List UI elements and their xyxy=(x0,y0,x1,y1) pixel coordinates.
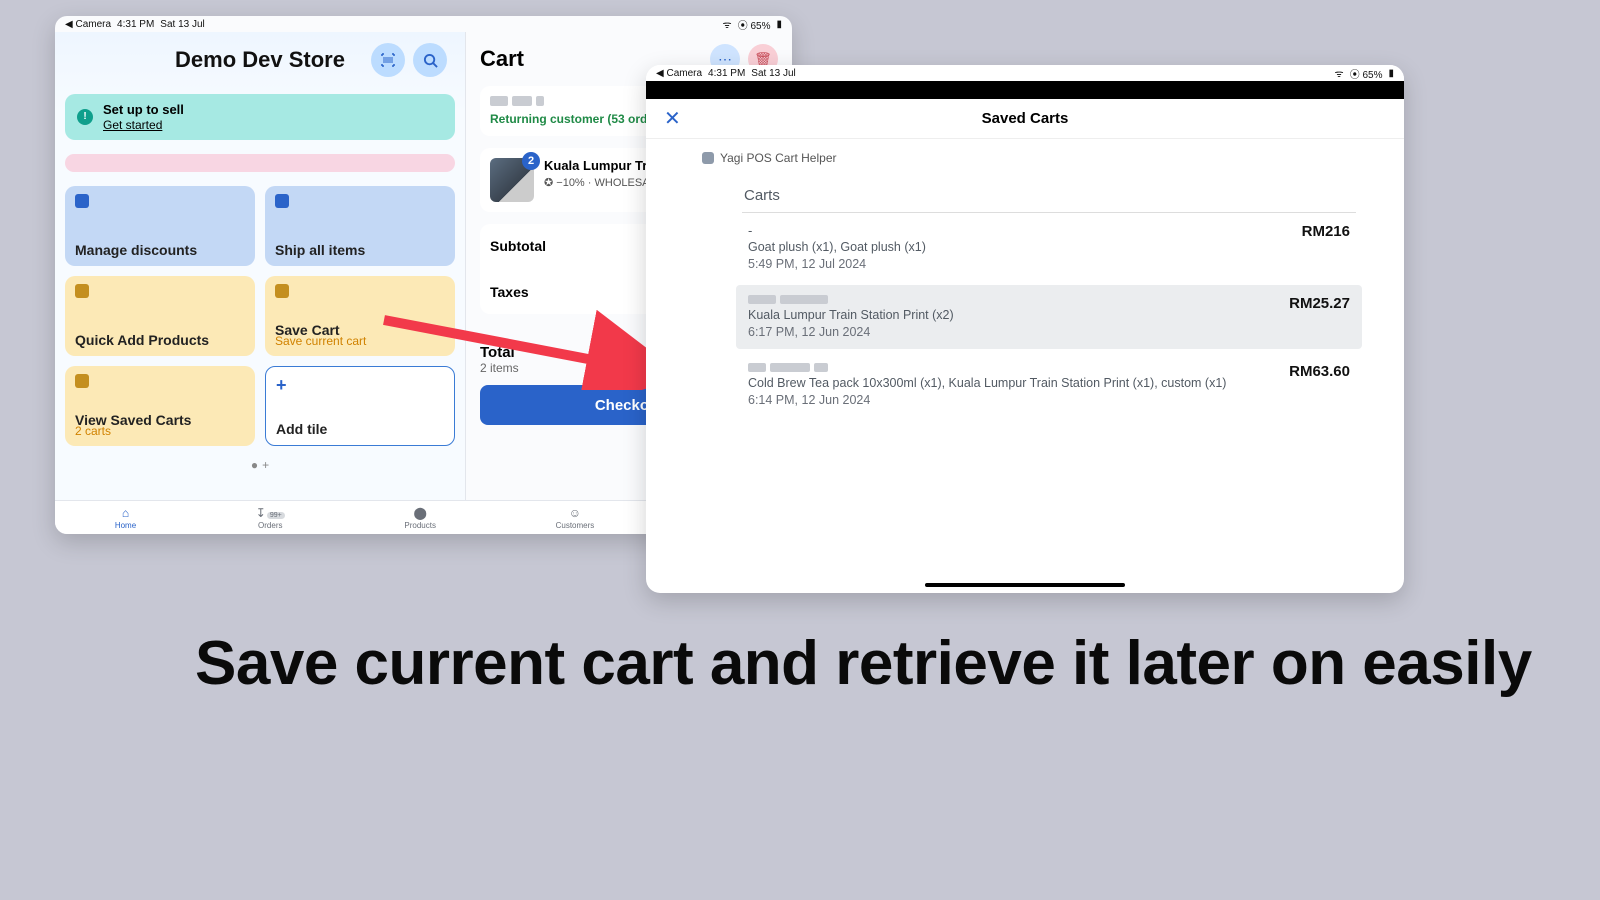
setup-link[interactable]: Get started xyxy=(103,118,184,132)
nav-black-strip xyxy=(646,81,1404,99)
status-date: Sat 13 Jul xyxy=(160,19,204,30)
plus-icon: + xyxy=(276,375,444,396)
scan-button[interactable] xyxy=(371,43,405,77)
cart-time: 5:49 PM, 12 Jul 2024 xyxy=(748,257,1282,271)
carts-section-header: Carts xyxy=(742,179,1356,213)
item-thumbnail: 2 xyxy=(490,158,534,202)
cart-title: Cart xyxy=(480,46,524,72)
tile-ship-items[interactable]: Ship all items xyxy=(265,186,455,266)
saved-cart-row[interactable]: Cold Brew Tea pack 10x300ml (x1), Kuala … xyxy=(742,353,1356,417)
cart-price: RM216 xyxy=(1302,223,1350,240)
saved-cart-row[interactable]: Kuala Lumpur Train Station Print (x2) 6:… xyxy=(736,285,1362,349)
subtotal-label: Subtotal xyxy=(490,238,546,254)
info-icon: ! xyxy=(77,109,93,125)
tile-save-cart[interactable]: Save Cart Save current cart xyxy=(265,276,455,356)
cart-customer: - xyxy=(748,223,1282,238)
home-icon: ⌂ xyxy=(122,506,129,520)
nav-products[interactable]: ⬤Products xyxy=(404,506,436,530)
store-title: Demo Dev Store xyxy=(175,47,345,73)
page-indicator: ●+ xyxy=(65,458,455,472)
home-indicator xyxy=(925,583,1125,587)
cart-time: 6:17 PM, 12 Jun 2024 xyxy=(748,325,1269,339)
cart-items: Kuala Lumpur Train Station Print (x2) xyxy=(748,308,1269,322)
cart-items: Goat plush (x1), Goat plush (x1) xyxy=(748,240,1282,254)
nav-orders[interactable]: ↧99+Orders xyxy=(256,506,285,530)
cart-price: RM25.27 xyxy=(1289,295,1350,312)
battery-icon: ▮ xyxy=(1388,68,1394,79)
nav-customers[interactable]: ☺Customers xyxy=(556,506,595,530)
cart-customer-redacted xyxy=(748,295,1269,304)
barcode-icon xyxy=(380,52,396,68)
status-back: ◀ Camera xyxy=(656,68,702,79)
wifi-icon: ᯤ xyxy=(723,17,732,31)
status-time: 4:31 PM xyxy=(708,68,745,79)
saved-cart-row[interactable]: - Goat plush (x1), Goat plush (x1) 5:49 … xyxy=(742,213,1356,281)
battery-icon: ▮ xyxy=(776,19,782,30)
tile-manage-discounts[interactable]: Manage discounts xyxy=(65,186,255,266)
tile-quick-add[interactable]: Quick Add Products xyxy=(65,276,255,356)
save-cart-icon xyxy=(275,284,289,298)
tile-view-saved[interactable]: View Saved Carts 2 carts xyxy=(65,366,255,446)
orders-icon: ↧99+ xyxy=(256,506,285,520)
cart-time: 6:14 PM, 12 Jun 2024 xyxy=(748,393,1269,407)
status-bar-2: ◀ Camera 4:31 PM Sat 13 Jul ᯤ ⦿ 65% ▮ xyxy=(646,65,1404,81)
wifi-icon: ᯤ xyxy=(1335,66,1344,80)
quick-add-icon xyxy=(75,284,89,298)
taxes-label: Taxes xyxy=(490,284,529,300)
home-pane: Demo Dev Store ! Set up to sell Get star… xyxy=(55,32,465,500)
cropped-tile-row xyxy=(65,154,455,172)
person-icon: ☺ xyxy=(569,506,581,520)
setup-title: Set up to sell xyxy=(103,102,184,118)
search-icon xyxy=(423,53,438,68)
battery-pct: ⦿ 65% xyxy=(1350,66,1383,81)
cart-customer-redacted xyxy=(748,363,1269,372)
item-qty-badge: 2 xyxy=(522,152,540,170)
tile-add[interactable]: + Add tile xyxy=(265,366,455,446)
cart-price: RM63.60 xyxy=(1289,363,1350,380)
saved-carts-screenshot: ◀ Camera 4:31 PM Sat 13 Jul ᯤ ⦿ 65% ▮ ✕ … xyxy=(646,65,1404,593)
status-back: ◀ Camera xyxy=(65,19,111,30)
battery-pct: ⦿ 65% xyxy=(738,17,771,32)
view-saved-icon xyxy=(75,374,89,388)
discount-icon xyxy=(75,194,89,208)
app-attribution: Yagi POS Cart Helper xyxy=(646,139,1404,169)
status-time: 4:31 PM xyxy=(117,19,154,30)
marketing-headline: Save current cart and retrieve it later … xyxy=(195,625,1532,703)
cart-items: Cold Brew Tea pack 10x300ml (x1), Kuala … xyxy=(748,376,1269,390)
ship-icon xyxy=(275,194,289,208)
app-icon xyxy=(702,152,714,164)
status-bar: ◀ Camera 4:31 PM Sat 13 Jul ᯤ ⦿ 65% ▮ xyxy=(55,16,792,32)
modal-title: Saved Carts xyxy=(646,110,1404,127)
nav-home[interactable]: ⌂Home xyxy=(115,506,136,530)
modal-header: ✕ Saved Carts xyxy=(646,99,1404,139)
status-date: Sat 13 Jul xyxy=(751,68,795,79)
tag-icon: ⬤ xyxy=(413,506,426,520)
search-button[interactable] xyxy=(413,43,447,77)
setup-banner[interactable]: ! Set up to sell Get started xyxy=(65,94,455,140)
